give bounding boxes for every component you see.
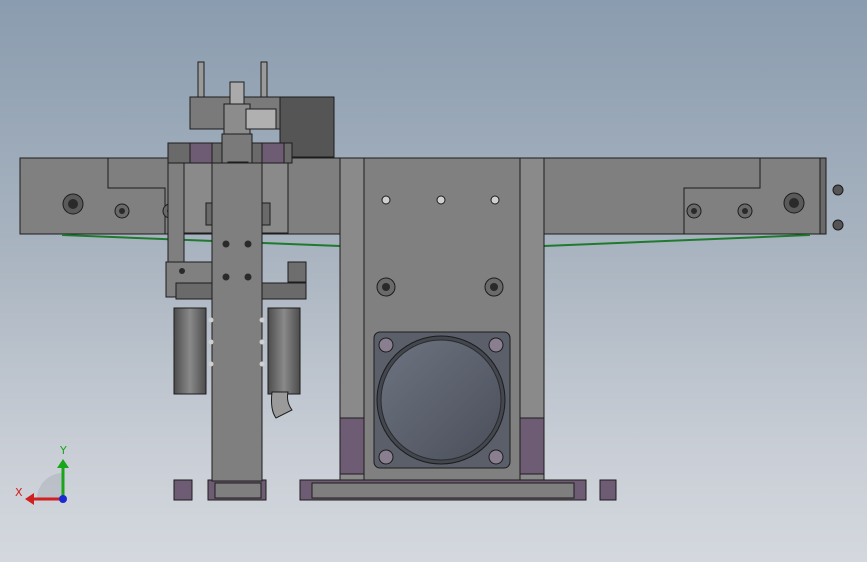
x-axis-arrowhead (25, 493, 34, 505)
triad-quarter-disk (37, 473, 63, 499)
y-axis-arrowhead (57, 459, 69, 468)
x-axis-label: X (15, 486, 23, 499)
coordinate-triad: Y X (15, 444, 69, 505)
y-axis-label: Y (59, 444, 67, 457)
z-axis-dot (59, 495, 67, 503)
cad-viewport[interactable]: Y X (0, 0, 867, 562)
